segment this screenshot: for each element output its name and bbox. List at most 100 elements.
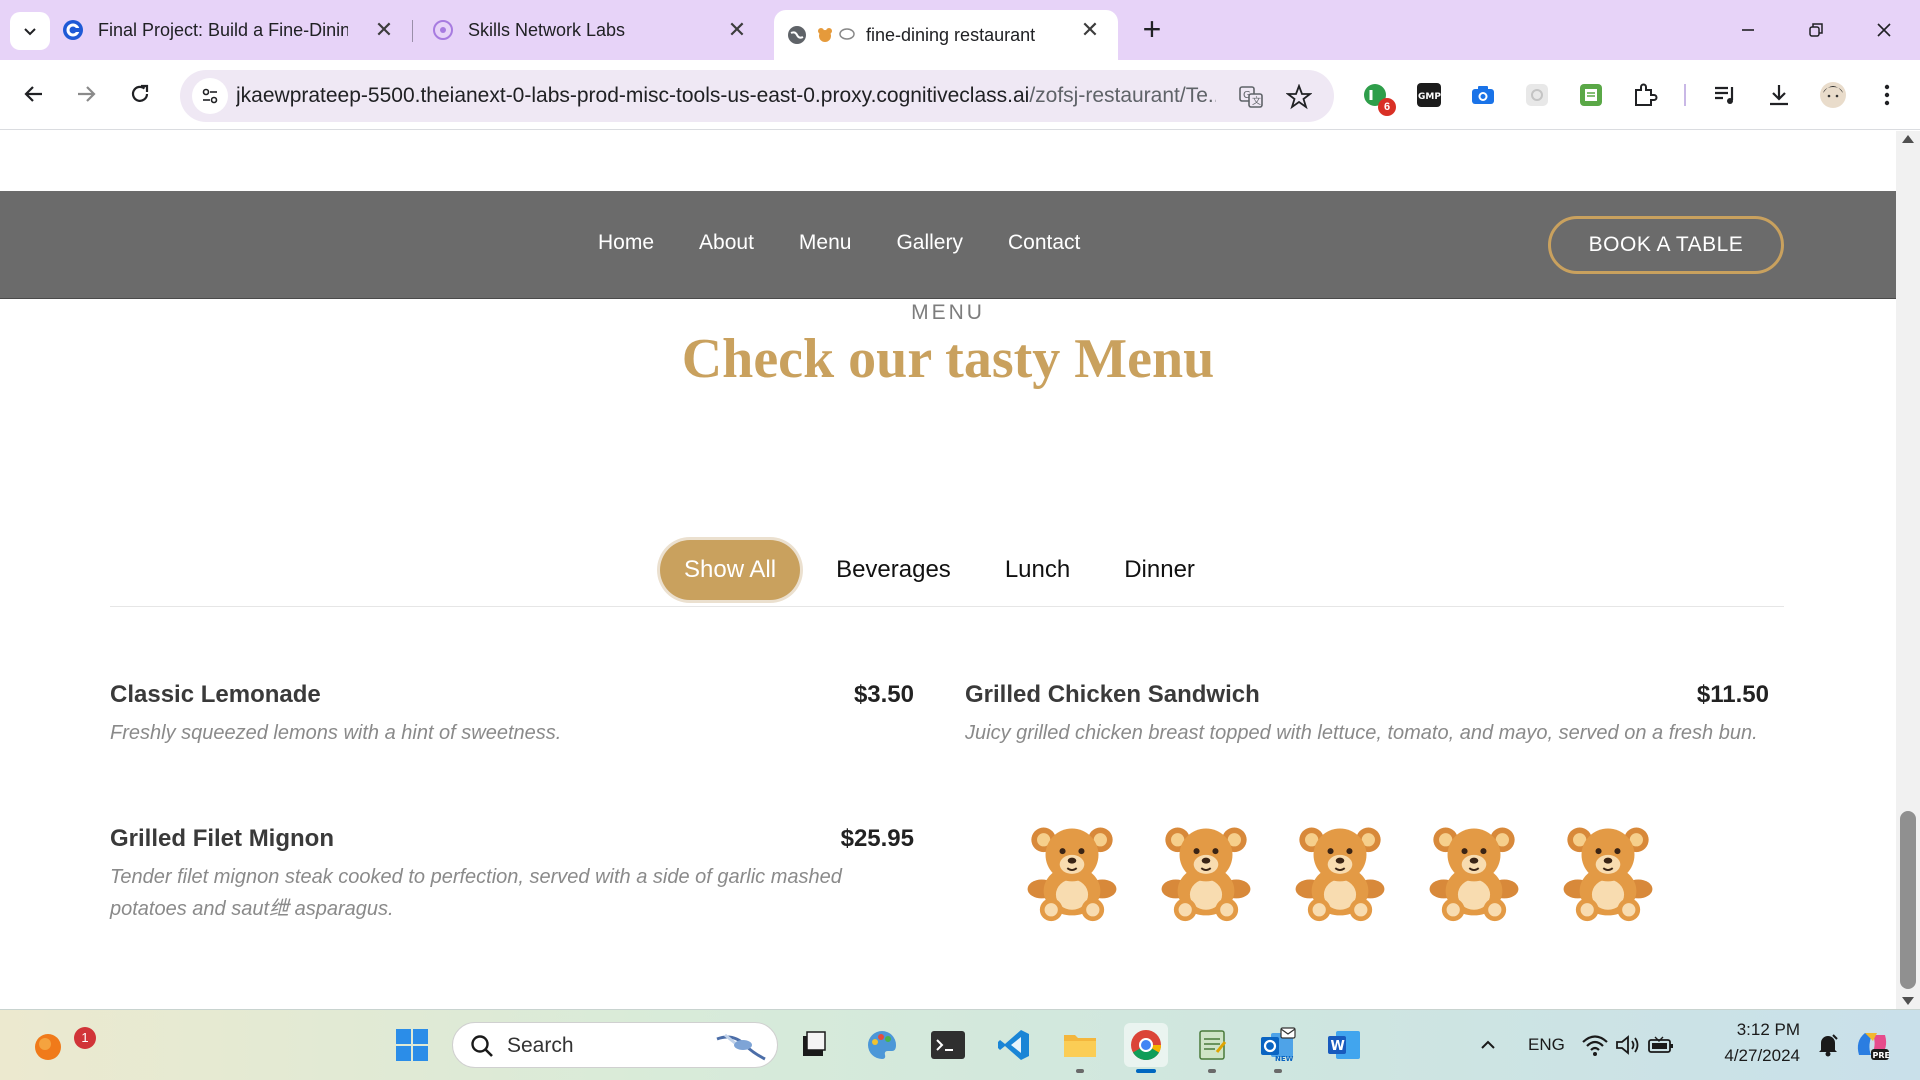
file-explorer-button[interactable] xyxy=(1058,1023,1102,1073)
teddy-bear-image xyxy=(1563,827,1653,922)
filter-beverages[interactable]: Beverages xyxy=(812,540,975,600)
close-window-button[interactable] xyxy=(1864,12,1904,48)
quick-settings-button[interactable] xyxy=(1580,1023,1676,1067)
site-info-button[interactable] xyxy=(192,78,228,114)
battery-icon xyxy=(1648,1036,1673,1053)
search-placeholder: Search xyxy=(507,1034,574,1057)
extension-gray-button[interactable] xyxy=(1522,80,1552,110)
notifications-button[interactable] xyxy=(1806,1023,1850,1067)
tab-close-icon[interactable]: ✕ xyxy=(1076,16,1104,44)
extension-camera-button[interactable] xyxy=(1468,80,1498,110)
task-view-button[interactable] xyxy=(792,1023,836,1067)
nav-link-home[interactable]: Home xyxy=(598,231,654,255)
nav-link-about[interactable]: About xyxy=(699,231,754,255)
vscode-app-button[interactable] xyxy=(992,1023,1036,1067)
back-button[interactable] xyxy=(14,74,54,114)
wifi-icon xyxy=(1582,1035,1608,1056)
weather-widget-button[interactable]: 1 xyxy=(26,1023,96,1067)
teddy-bear-image xyxy=(1027,827,1117,922)
start-button[interactable] xyxy=(390,1023,434,1067)
site-navbar: Home About Menu Gallery Contact BOOK A T… xyxy=(0,191,1896,299)
scroll-up-arrow[interactable] xyxy=(1902,135,1914,143)
section-title: Check our tasty Menu xyxy=(681,328,1215,390)
running-indicator xyxy=(1076,1069,1084,1073)
clock[interactable]: 3:12 PM 4/27/2024 xyxy=(1700,1020,1800,1066)
svg-text:PRE: PRE xyxy=(1873,1051,1891,1060)
tab-search-button[interactable] xyxy=(10,12,50,50)
word-app-button[interactable]: W xyxy=(1322,1023,1366,1067)
more-vertical-icon xyxy=(1884,84,1890,106)
url-host: jkaewprateep-5500.theianext-0-labs-prod-… xyxy=(236,84,1030,107)
tab-title: Skills Network Labs xyxy=(468,19,626,40)
windows-taskbar: 1 Search NEW W ENG 3:12 PM 4/27/2024 PRE xyxy=(0,1009,1920,1080)
teddy-bear-image xyxy=(1429,827,1519,922)
taskbar-search-input[interactable]: Search xyxy=(452,1022,778,1068)
menu-item-description: Juicy grilled chicken breast topped with… xyxy=(965,722,1758,744)
avatar xyxy=(1820,82,1846,108)
download-icon xyxy=(1770,85,1788,106)
teddy-bear-row xyxy=(1020,819,1660,923)
globe-icon xyxy=(786,24,808,46)
minimize-button[interactable] xyxy=(1728,12,1768,48)
address-bar[interactable]: jkaewprateep-5500.theianext-0-labs-prod-… xyxy=(180,70,1334,122)
downloads-button[interactable] xyxy=(1764,80,1794,110)
notepad-icon xyxy=(1199,1030,1227,1060)
tab-skills-network[interactable]: Skills Network Labs ✕ xyxy=(420,10,765,50)
arrow-left-icon xyxy=(24,86,42,102)
page-scrollbar[interactable] xyxy=(1896,131,1920,1009)
teddy-bear-image xyxy=(1295,827,1385,922)
show-hidden-icons-button[interactable] xyxy=(1466,1023,1510,1067)
chevron-up-icon xyxy=(1481,1040,1495,1049)
nav-link-contact[interactable]: Contact xyxy=(1008,231,1080,255)
scroll-down-arrow[interactable] xyxy=(1902,997,1914,1005)
book-table-button[interactable]: BOOK A TABLE xyxy=(1548,216,1784,274)
toolbar-separator xyxy=(1684,84,1686,106)
forward-button[interactable] xyxy=(66,74,106,114)
extension-printer-button[interactable] xyxy=(1576,80,1606,110)
reload-button[interactable] xyxy=(120,74,160,114)
extensions-menu-button[interactable] xyxy=(1630,80,1660,110)
clock-date: 4/27/2024 xyxy=(1724,1046,1800,1065)
language-indicator[interactable]: ENG xyxy=(1528,1035,1565,1055)
terminal-app-button[interactable] xyxy=(926,1023,970,1067)
extension-grammar-button[interactable]: 6 xyxy=(1360,80,1396,116)
clock-time: 3:12 PM xyxy=(1736,1020,1800,1039)
volume-icon xyxy=(1616,1035,1639,1055)
nav-link-menu[interactable]: Menu xyxy=(799,231,852,255)
svg-text:W: W xyxy=(1331,1039,1345,1054)
nav-link-gallery[interactable]: Gallery xyxy=(896,231,963,255)
profile-avatar-button[interactable] xyxy=(1818,80,1848,110)
svg-text:NEW: NEW xyxy=(1275,1055,1294,1063)
tab-fine-dining[interactable]: fine-dining restaurant ✕ xyxy=(774,10,1118,60)
browser-menu-button[interactable] xyxy=(1872,80,1902,110)
url-text[interactable]: jkaewprateep-5500.theianext-0-labs-prod-… xyxy=(236,84,1216,108)
settings-gray-icon xyxy=(1526,84,1548,106)
extension-gmp-button[interactable]: GMP xyxy=(1414,80,1444,110)
chrome-app-button[interactable] xyxy=(1124,1023,1168,1073)
translate-button[interactable]: G文 xyxy=(1236,82,1266,112)
filter-dinner[interactable]: Dinner xyxy=(1100,540,1219,600)
tab-close-icon[interactable]: ✕ xyxy=(370,16,398,44)
scrollbar-thumb[interactable] xyxy=(1900,811,1916,989)
filter-lunch[interactable]: Lunch xyxy=(975,540,1100,600)
tab-final-project[interactable]: Final Project: Build a Fine-Dinin ✕ xyxy=(62,10,412,50)
copilot-icon: PRE xyxy=(1857,1033,1891,1060)
coursera-icon xyxy=(62,19,84,41)
bookmark-star-button[interactable] xyxy=(1284,82,1314,112)
bear-tab-icon xyxy=(816,24,834,46)
media-controls-button[interactable] xyxy=(1710,80,1740,110)
running-indicator xyxy=(1136,1069,1156,1073)
teddy-bear-image xyxy=(1161,827,1251,922)
palette-icon xyxy=(868,1031,896,1059)
vscode-icon xyxy=(998,1030,1029,1060)
filter-show-all[interactable]: Show All xyxy=(660,540,801,600)
restore-button[interactable] xyxy=(1796,12,1836,48)
puzzle-icon xyxy=(1635,83,1658,106)
notepad-app-button[interactable] xyxy=(1190,1023,1234,1073)
arrow-right-icon xyxy=(78,86,96,102)
outlook-app-button[interactable]: NEW xyxy=(1256,1023,1300,1073)
new-tab-button[interactable]: + xyxy=(1136,13,1168,46)
paint-app-button[interactable] xyxy=(860,1023,904,1067)
tab-close-icon[interactable]: ✕ xyxy=(723,16,751,44)
copilot-button[interactable]: PRE xyxy=(1850,1023,1894,1067)
